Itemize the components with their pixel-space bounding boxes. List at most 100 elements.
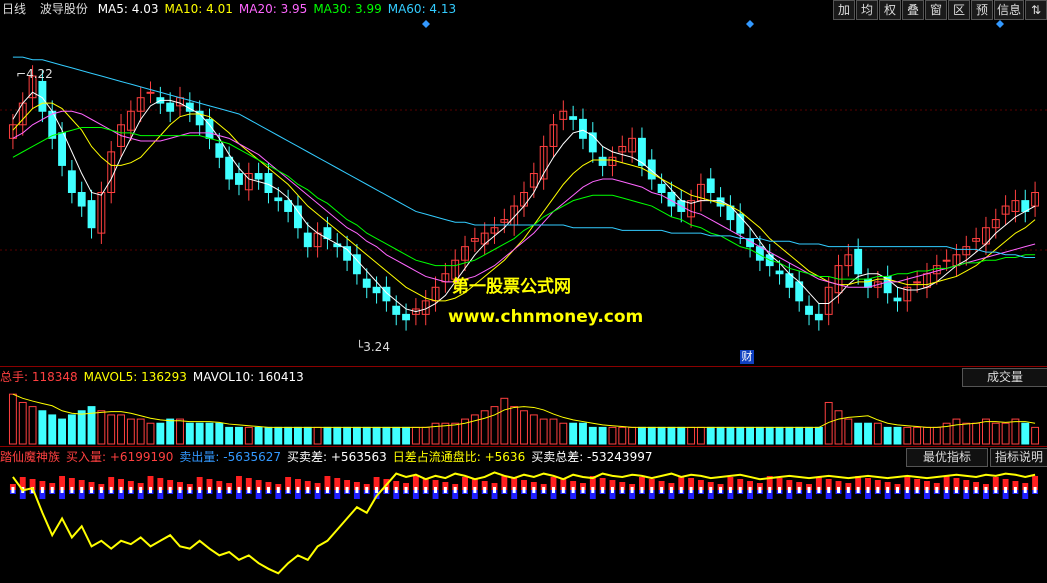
volume-bar-67	[667, 426, 676, 445]
diff-mark-81	[807, 487, 811, 493]
volume-bar-19	[195, 422, 204, 445]
diff-mark-101	[1004, 487, 1008, 493]
candle-body-36	[362, 278, 371, 288]
diff-mark-27	[276, 487, 280, 493]
diff-mark-97	[964, 487, 968, 493]
diff-mark-63	[630, 487, 634, 493]
diff-mark-13	[139, 487, 143, 493]
volume-bar-93	[923, 426, 931, 445]
diff-mark-21	[217, 487, 221, 493]
diff-mark-12	[129, 487, 133, 493]
event-marker-0	[422, 20, 430, 28]
diff-mark-39	[394, 487, 398, 493]
volume-bar-89	[883, 426, 892, 445]
diff-mark-18	[188, 487, 192, 493]
indicator-help-button[interactable]: 指标说明	[990, 448, 1047, 467]
volume-bar-64	[638, 426, 646, 445]
diff-mark-54	[542, 487, 546, 493]
diff-mark-48	[483, 487, 487, 493]
volume-bar-99	[982, 418, 990, 445]
diff-mark-46	[463, 487, 467, 493]
diff-mark-0	[11, 487, 15, 493]
diff-mark-74	[738, 487, 742, 493]
volume-selector-button[interactable]: 成交量	[962, 368, 1047, 387]
volume-bar-70	[696, 426, 705, 445]
volume-bar-1	[18, 401, 27, 445]
volume-bar-17	[176, 418, 184, 445]
volume-bar-87	[864, 422, 872, 445]
diff-mark-70	[699, 487, 703, 493]
line-ma60	[12, 56, 1036, 258]
low-price-marker: └3.24	[356, 340, 390, 354]
candle-body-82	[814, 313, 823, 321]
volume-bar-8	[87, 406, 96, 445]
diff-mark-24	[247, 487, 251, 493]
diff-mark-5	[60, 487, 64, 493]
candle-body-25	[254, 173, 263, 180]
volume-bar-94	[932, 426, 941, 445]
diff-mark-38	[384, 487, 388, 493]
diff-mark-102	[1013, 487, 1017, 493]
finance-marker[interactable]: 财	[740, 350, 754, 364]
diff-mark-88	[876, 487, 880, 493]
volume-bar-37	[372, 426, 381, 445]
volume-bar-18	[185, 422, 194, 445]
diff-mark-62	[620, 487, 624, 493]
volume-bar-38	[382, 426, 391, 445]
volume-bar-2	[28, 406, 37, 445]
diff-mark-85	[846, 487, 850, 493]
volume-bar-90	[893, 426, 902, 445]
diff-mark-64	[640, 487, 644, 493]
volume-bar-13	[136, 418, 145, 445]
diff-mark-91	[905, 487, 909, 493]
diff-mark-9	[99, 487, 103, 493]
diff-mark-69	[689, 487, 693, 493]
high-price-marker: ⌐4.22	[16, 67, 53, 81]
diff-mark-19	[198, 487, 202, 493]
candle-body-58	[579, 118, 587, 139]
volume-bar-14	[146, 422, 155, 445]
candle-body-7	[77, 192, 86, 207]
volume-bar-15	[156, 422, 165, 445]
volume-bar-25	[254, 426, 263, 445]
volume-bar-81	[805, 426, 813, 445]
candle-body-57	[569, 116, 578, 120]
diff-mark-84	[837, 487, 841, 493]
diff-mark-8	[90, 487, 94, 493]
volume-bar-7	[77, 410, 86, 445]
watermark-title: 第一股票公式网	[452, 277, 571, 297]
diff-mark-83	[827, 487, 831, 493]
candle-body-90	[893, 297, 902, 302]
diff-mark-22	[227, 487, 231, 493]
volume-bar-65	[647, 426, 656, 445]
candle-body-14	[146, 91, 155, 94]
diff-mark-47	[473, 487, 477, 493]
diff-mark-36	[365, 487, 369, 493]
volume-bar-29	[294, 426, 302, 445]
volume-bar-72	[716, 426, 725, 445]
diff-mark-103	[1023, 487, 1027, 493]
diff-mark-15	[158, 487, 162, 493]
volume-bar-41	[411, 426, 420, 445]
candle-body-30	[303, 232, 312, 248]
volume-bar-97	[962, 422, 971, 445]
diff-mark-3	[40, 487, 44, 493]
volume-bar-20	[205, 422, 214, 445]
diff-mark-93	[925, 487, 929, 493]
diff-mark-33	[335, 487, 339, 493]
diff-mark-20	[207, 487, 211, 493]
volume-bar-32	[323, 426, 332, 445]
volume-bar-85	[844, 418, 853, 445]
diff-mark-61	[610, 487, 614, 493]
volume-bar-39	[392, 426, 401, 445]
volume-bar-61	[608, 426, 617, 445]
indicator-label-2: 卖出量: -5635627	[179, 450, 282, 464]
volume-legend: 总手: 118348 MAVOL5: 136293 MAVOL10: 160413 …	[0, 368, 1047, 387]
diff-mark-92	[915, 487, 919, 493]
volume-bar-76	[755, 426, 764, 445]
indicator-legend: 踏仙魔神族 买入量: +6199190 卖出量: -5635627 买卖差: +563…	[0, 448, 1047, 467]
indicator-label-5: 买卖总差: -53243997	[531, 450, 653, 464]
best-indicator-button[interactable]: 最优指标	[906, 448, 988, 467]
volume-bar-68	[677, 426, 686, 445]
diff-mark-58	[581, 487, 585, 493]
